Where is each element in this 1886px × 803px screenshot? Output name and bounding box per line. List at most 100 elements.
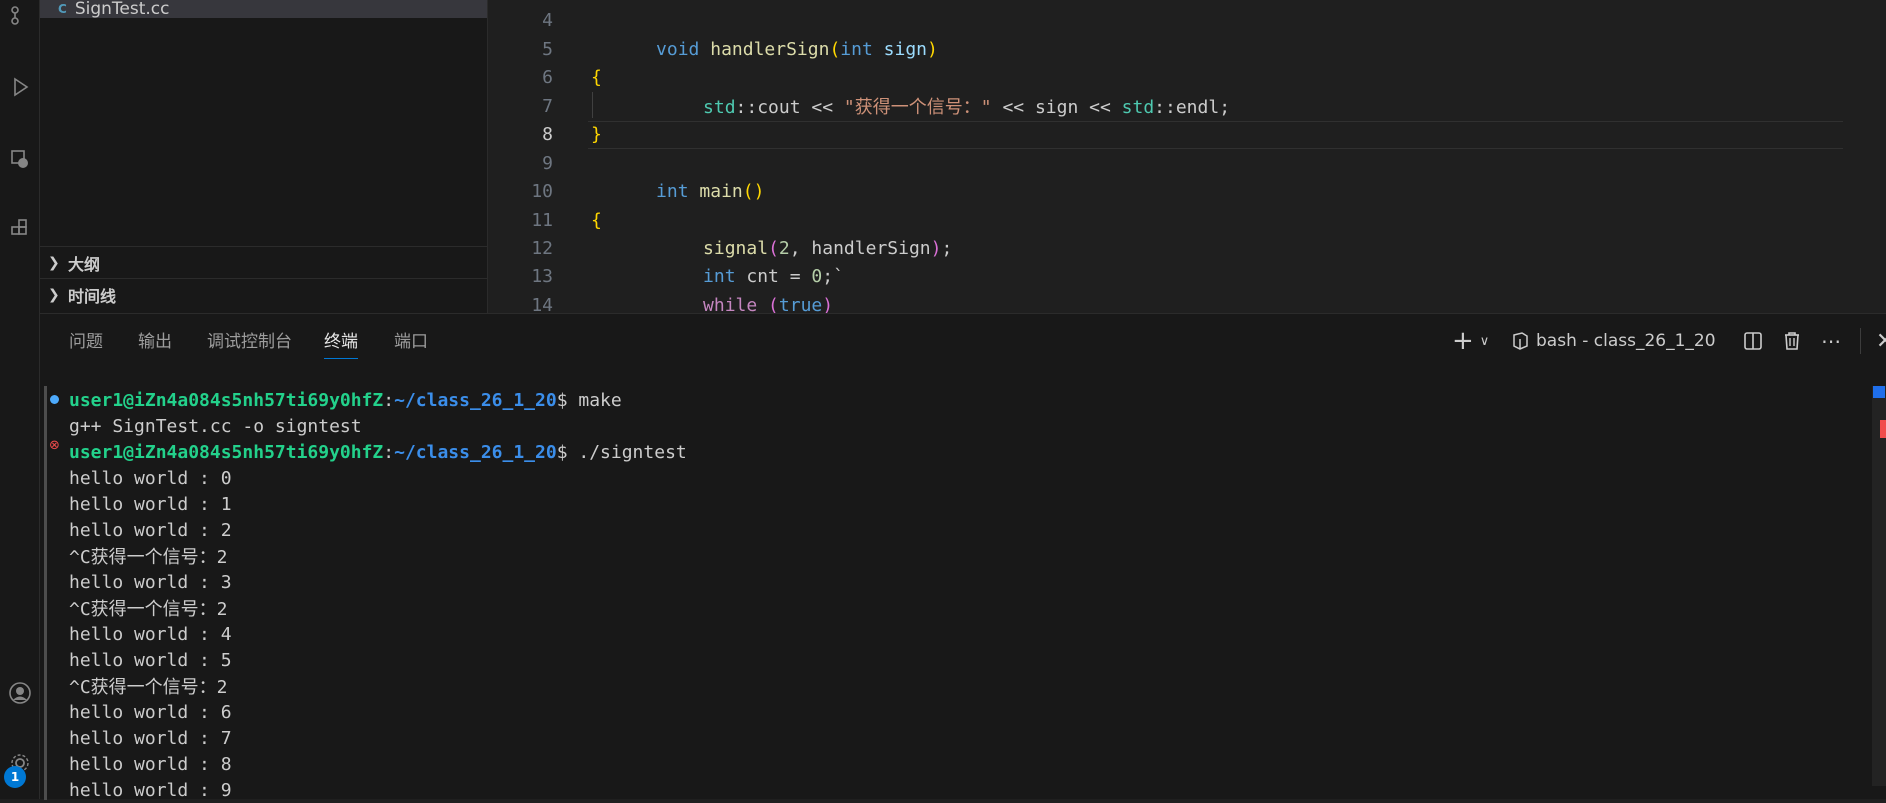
prompt-path: ~/class_26_1_20 — [394, 441, 557, 463]
prompt-colon: : — [383, 389, 395, 411]
source-control-icon[interactable] — [0, 0, 40, 30]
code-token: () — [742, 180, 765, 202]
code-token: ; — [941, 237, 953, 259]
terminal-output-line: hello world : 3 — [69, 571, 232, 593]
terminal-name: bash - class_26_1_20 — [1536, 331, 1716, 351]
command-success-icon — [50, 395, 59, 404]
prompt-path: ~/class_26_1_20 — [394, 389, 557, 411]
code-editor[interactable]: 4 5 void handlerSign(int sign) 6 { 7 std… — [488, 0, 1886, 313]
code-token: } — [591, 123, 602, 145]
line-number: 14 — [531, 294, 553, 314]
line-number: 12 — [531, 237, 553, 259]
outline-label: 大纲 — [68, 254, 101, 274]
terminal-output-line: hello world : 1 — [69, 493, 232, 515]
tab-terminal[interactable]: 终端 — [324, 328, 358, 359]
cpp-file-icon: C — [58, 2, 67, 16]
prompt-dollar: $ — [556, 441, 568, 463]
terminal-command: make — [567, 389, 622, 411]
terminal-prompt-line: user1@iZn4a084s5nh57ti69y0hfZ: ~/class_26… — [69, 439, 687, 465]
code-token: int — [656, 180, 689, 202]
new-terminal-button[interactable]: + ∨ — [1452, 326, 1489, 356]
line-number: 10 — [531, 180, 553, 202]
command-error-icon: ⊗ — [49, 438, 60, 453]
line-number: 6 — [542, 66, 553, 88]
terminal-output-line: g++ SignTest.cc -o signtest — [69, 415, 362, 437]
code-token: ) — [822, 294, 834, 314]
ellipsis-icon: ⋯ — [1821, 329, 1842, 353]
code-token: std — [1121, 97, 1155, 118]
terminal-command: ./signtest — [567, 441, 687, 463]
tab-output[interactable]: 输出 — [138, 328, 172, 358]
timeline-section[interactable]: ❯ 时间线 — [40, 278, 487, 310]
chevron-down-icon: ∨ — [1479, 333, 1490, 349]
terminal-output-line: hello world : 6 — [69, 701, 232, 723]
close-icon: ✕ — [1876, 328, 1886, 354]
terminal-output-line: hello world : 7 — [69, 727, 232, 749]
split-terminal-button[interactable] — [1742, 326, 1764, 356]
activity-bar: 1 — [0, 0, 40, 799]
code-token: true — [778, 294, 823, 314]
code-token: ( — [757, 294, 779, 314]
line-number: 9 — [542, 152, 553, 174]
extensions-icon[interactable] — [0, 214, 40, 244]
tab-problems[interactable]: 问题 — [69, 328, 103, 358]
bottom-panel: 问题 输出 调试控制台 终端 端口 + ∨ bash - class_26_1_… — [40, 313, 1886, 801]
tab-debug-console[interactable]: 调试控制台 — [207, 328, 292, 358]
open-file-label: SignTest.cc — [74, 0, 170, 19]
code-token: ) — [927, 38, 938, 60]
code-token: ::endl; — [1154, 97, 1231, 118]
remote-explorer-icon[interactable] — [0, 144, 40, 174]
tab-ports[interactable]: 端口 — [394, 328, 428, 358]
terminal-output-line: hello world : 4 — [69, 623, 232, 645]
terminal-output-line: hello world : 5 — [69, 649, 232, 671]
run-debug-icon[interactable] — [0, 72, 40, 102]
scrollbar-thumb[interactable] — [1873, 386, 1885, 398]
terminal-output-line: hello world : 2 — [69, 519, 232, 541]
account-icon[interactable] — [0, 678, 40, 708]
code-token: void — [656, 38, 700, 60]
line-number: 7 — [542, 95, 553, 117]
code-token: { — [591, 209, 602, 231]
line-number: 13 — [531, 265, 553, 287]
code-token: int — [840, 38, 873, 60]
trash-icon — [1785, 332, 1799, 350]
terminal-output-line: hello world : 0 — [69, 467, 232, 489]
code-token: while — [703, 294, 758, 314]
chevron-right-icon: ❯ — [48, 254, 60, 271]
code-line: 10 int main() — [488, 177, 1886, 205]
chevron-right-icon: ❯ — [48, 286, 60, 303]
code-token: handlerSign — [710, 38, 830, 60]
code-token: { — [591, 66, 602, 88]
toolbar-divider — [1860, 328, 1861, 354]
code-line: 8 } — [488, 120, 1886, 148]
terminal-scrollbar[interactable] — [1872, 386, 1886, 786]
notification-badge: 1 — [4, 766, 26, 788]
sidebar: C SignTest.cc ❯ 大纲 ❯ 时间线 — [40, 0, 488, 313]
prompt-dollar: $ — [556, 389, 568, 411]
prompt-colon: : — [383, 441, 395, 463]
code-token: ) — [930, 237, 942, 259]
code-token: "获得一个信号：" — [843, 97, 992, 118]
more-actions-button[interactable]: ⋯ — [1821, 326, 1842, 356]
command-gutter — [44, 386, 47, 800]
code-line: 5 void handlerSign(int sign) — [488, 35, 1886, 63]
code-token: sign — [883, 38, 928, 60]
code-line: 14 while (true) — [488, 291, 1886, 314]
open-file-item[interactable]: C SignTest.cc — [40, 0, 487, 19]
terminal-output-line: hello world : 9 — [69, 779, 232, 801]
terminal-selector[interactable]: bash - class_26_1_20 — [1510, 326, 1716, 356]
split-icon — [1744, 332, 1762, 350]
outline-section[interactable]: ❯ 大纲 — [40, 246, 487, 278]
close-panel-button[interactable]: ✕ — [1876, 326, 1886, 356]
terminal-output-line: ^C获得一个信号：2 — [69, 677, 228, 698]
code-token: std — [703, 97, 736, 118]
kill-terminal-button[interactable] — [1781, 326, 1803, 356]
terminal-output-line: hello world : 8 — [69, 753, 232, 775]
plus-icon: + — [1452, 326, 1474, 356]
line-number: 5 — [542, 38, 553, 60]
prompt-user: user1@iZn4a084s5nh57ti69y0hfZ — [69, 441, 384, 463]
code-token: ( — [829, 38, 841, 60]
line-number: 11 — [531, 209, 553, 231]
line-number: 4 — [542, 9, 553, 31]
terminal-output-line: ^C获得一个信号：2 — [69, 547, 228, 568]
